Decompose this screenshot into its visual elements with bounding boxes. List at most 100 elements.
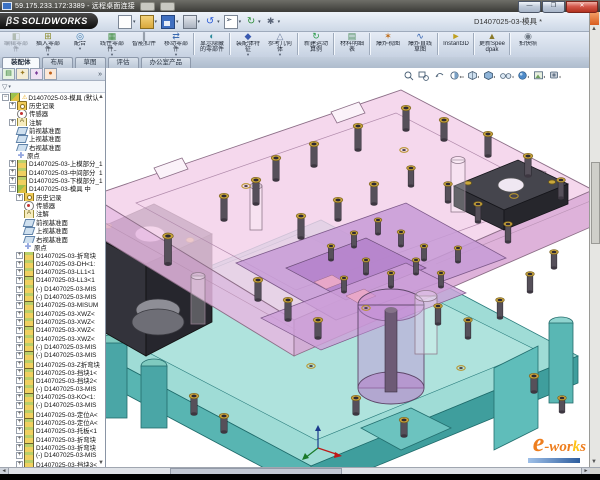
close-button[interactable]: ✕ — [566, 1, 598, 13]
hide-show-items-icon[interactable] — [501, 74, 514, 79]
tree-item[interactable]: +(-) D1407025-03-MIS — [0, 285, 105, 293]
rdp-pin-button[interactable] — [140, 2, 155, 11]
smart-fasteners-button[interactable]: ∥智能扣件 — [128, 31, 160, 57]
tree-scroll-down-icon[interactable]: ▼ — [98, 460, 104, 466]
filter-icon[interactable]: ▽ — [2, 83, 7, 91]
expand-icon[interactable]: + — [16, 419, 23, 426]
new-button[interactable]: ▾ — [118, 15, 136, 29]
tree-item[interactable]: 原点 — [0, 243, 105, 251]
tree-item[interactable]: +(-) D1407025-03-MIS — [0, 343, 105, 351]
tree-item[interactable]: +D1407025-03-XWZ< — [0, 335, 105, 343]
expand-icon[interactable]: + — [16, 352, 23, 359]
tree-item[interactable]: +D1407025-03-DH<1: — [0, 260, 105, 268]
insert-components-button[interactable]: ⊞插入零部件▾ — [32, 31, 64, 57]
expand-icon[interactable]: + — [16, 436, 23, 443]
new-icon[interactable] — [118, 15, 132, 29]
exploded-view-button[interactable]: ✶爆炸视图 — [372, 31, 404, 57]
options-dropdown-caret-icon[interactable]: ▾ — [278, 19, 281, 25]
tree-item[interactable]: −D1407025-03-模具 中 — [0, 185, 105, 193]
collapse-icon[interactable]: − — [2, 94, 9, 101]
tab-草图[interactable]: 草图 — [75, 57, 106, 68]
tree-item[interactable]: +D1407025-03-上模部分_1 — [0, 160, 105, 168]
scroll-down-arrow-icon[interactable]: ▼ — [591, 459, 597, 465]
linear-component-pattern-button[interactable]: ▦线性零部件..▾ — [96, 31, 128, 57]
expand-icon[interactable]: + — [16, 261, 23, 268]
tree-item[interactable]: +D1407025-03-折弯块 — [0, 252, 105, 260]
expand-icon[interactable]: + — [16, 377, 23, 384]
solidworks-logo[interactable]: βSSOLIDWORKS — [0, 13, 98, 29]
tree-item[interactable]: 右视基准面 — [0, 143, 105, 151]
tree-item[interactable]: +D1407025-03-XWZ< — [0, 310, 105, 318]
section-view-icon[interactable] — [451, 72, 464, 79]
reference-geometry-button[interactable]: △参考几何体▾ — [264, 31, 296, 57]
expand-icon[interactable]: + — [16, 444, 23, 451]
property-manager-tab-icon[interactable]: ✦ — [16, 68, 29, 80]
expand-icon[interactable]: + — [16, 344, 23, 351]
panel-overflow-chevron[interactable]: » — [98, 71, 102, 78]
tab-评估[interactable]: 评估 — [108, 57, 139, 68]
tree-item[interactable]: 上视基准面 — [0, 227, 105, 235]
rdp-vertical-scrollbar[interactable]: ▲ ▼ — [589, 12, 600, 467]
display-style-icon[interactable] — [485, 72, 496, 80]
tree-item[interactable]: 传感器 — [0, 110, 105, 118]
tree-item[interactable]: +D1407025-03-MISUM — [0, 302, 105, 310]
rdp-titlebar[interactable]: 59.175.233.172:3389 - 远程桌面连接 — [0, 0, 600, 12]
tree-scroll-up-icon[interactable]: ▲ — [98, 94, 104, 100]
rebuild-dropdown-caret-icon[interactable]: ▾ — [258, 19, 261, 25]
select-dropdown-caret-icon[interactable]: ▾ — [239, 19, 242, 25]
rebuild-button[interactable]: ↻▾ — [245, 16, 261, 28]
tree-item[interactable]: +注解 — [0, 118, 105, 126]
instant3d-button[interactable]: ►Instant3D — [440, 31, 472, 57]
maximize-button[interactable]: ❐ — [542, 1, 565, 13]
explode-line-sketch-button[interactable]: ∿爆炸直线草图 — [404, 31, 436, 57]
collapse-icon[interactable]: − — [9, 185, 16, 192]
tree-item[interactable]: +(-) D1407025-03-MIS — [0, 293, 105, 301]
select-icon[interactable] — [224, 15, 238, 29]
print-icon[interactable] — [183, 15, 197, 29]
feature-manager-tree-tab-icon[interactable]: ▤ — [2, 68, 15, 80]
zoom-fit-icon[interactable] — [405, 72, 413, 80]
undo-dropdown-caret-icon[interactable]: ▾ — [217, 19, 220, 25]
expand-icon[interactable]: + — [16, 252, 23, 259]
expand-icon[interactable]: + — [9, 177, 16, 184]
tree-item[interactable]: +历史记录 — [0, 101, 105, 109]
dropdown-caret-icon[interactable]: ▾ — [79, 47, 81, 51]
open-icon[interactable] — [140, 15, 154, 29]
expand-icon[interactable]: + — [16, 319, 23, 326]
print-dropdown-caret-icon[interactable]: ▾ — [198, 19, 201, 25]
tree-item[interactable]: +(-) D1407025-03-MIS — [0, 452, 105, 460]
open-dropdown-caret-icon[interactable]: ▾ — [155, 19, 158, 25]
print-button[interactable]: ▾ — [183, 15, 201, 29]
expand-icon[interactable]: + — [16, 386, 23, 393]
tree-item[interactable]: +D1407025-03-托板<1 — [0, 427, 105, 435]
expand-icon[interactable]: + — [9, 119, 16, 126]
assembly-features-button[interactable]: ◆装配体特征▾ — [232, 31, 264, 57]
configuration-manager-tab-icon[interactable]: ♦ — [30, 68, 43, 80]
filter-caret-icon[interactable]: ▾ — [8, 84, 11, 90]
tree-item[interactable]: +(-) D1407025-03-MIS — [0, 352, 105, 360]
undo-button[interactable]: ↺▾ — [204, 16, 220, 28]
expand-icon[interactable]: + — [16, 302, 23, 309]
edit-appearance-icon[interactable] — [519, 72, 529, 80]
undo-icon[interactable]: ↺ — [204, 16, 216, 28]
expand-icon[interactable]: + — [16, 269, 23, 276]
tree-item[interactable]: +D1407025-03-挡块1< — [0, 368, 105, 376]
expand-icon[interactable]: + — [9, 102, 16, 109]
expand-icon[interactable]: + — [16, 411, 23, 418]
tree-item[interactable]: +D1407025-03-KO<1: — [0, 393, 105, 401]
bill-of-materials-button[interactable]: ▤材料明细表 — [336, 31, 368, 57]
tree-item[interactable]: +D1407025-03-折弯块 — [0, 435, 105, 443]
options-icon[interactable]: ✱ — [265, 16, 277, 28]
tree-item[interactable]: +D1407025-03-定位A< — [0, 410, 105, 418]
tree-item[interactable]: 传感器 — [0, 201, 105, 209]
tree-item[interactable]: 注解 — [0, 210, 105, 218]
tree-item[interactable]: +D1407025-03-Z折弯块 — [0, 360, 105, 368]
tree-item[interactable]: 原点 — [0, 151, 105, 159]
tab-布局[interactable]: 布局 — [42, 57, 73, 68]
rdp-minimize-button[interactable] — [160, 2, 175, 11]
expand-icon[interactable]: + — [16, 194, 23, 201]
tree-item[interactable]: +D1407025-03-下模部分_1 — [0, 176, 105, 184]
expand-icon[interactable]: + — [16, 311, 23, 318]
mate-button[interactable]: ◎配合▾ — [64, 31, 96, 57]
scroll-up-arrow-icon[interactable]: ▲ — [591, 26, 597, 32]
